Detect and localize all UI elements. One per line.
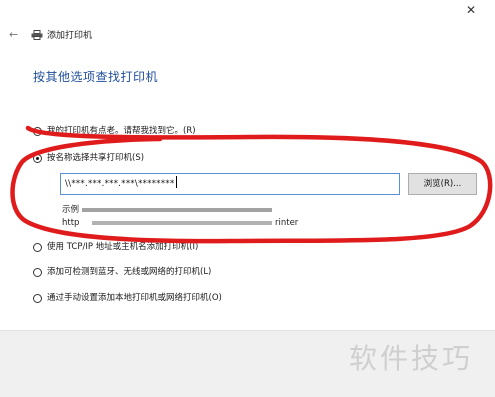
back-arrow-icon[interactable]: ← — [9, 29, 19, 40]
option-label: 通过手动设置添加本地打印机或网络打印机(O) — [47, 293, 222, 303]
radio-old-printer[interactable] — [33, 127, 42, 136]
radio-shared-by-name[interactable] — [33, 154, 42, 163]
option-old-printer[interactable]: 我的打印机有点老。请帮我找到它。(R) — [33, 126, 196, 137]
watermark: 软件技巧 — [349, 342, 474, 375]
option-bluetooth-wireless[interactable]: 添加可检测到蓝牙、无线或网络的打印机(L) — [33, 267, 211, 278]
option-tcpip[interactable]: 使用 TCP/IP 地址或主机名添加打印机(I) — [33, 242, 198, 253]
example-label: 示例 — [62, 205, 80, 215]
option-label: 按名称选择共享打印机(S) — [47, 153, 145, 163]
example-suffix: rinter — [275, 218, 299, 228]
blurred-example-url — [92, 221, 272, 225]
option-label: 添加可检测到蓝牙、无线或网络的打印机(L) — [47, 267, 212, 277]
printer-path-value: \\***.***.***.***\******** — [65, 179, 175, 189]
blurred-example-text — [82, 208, 272, 212]
page-heading: 按其他选项查找打印机 — [33, 70, 159, 84]
radio-bluetooth-wireless[interactable] — [33, 268, 42, 277]
printer-path-input[interactable]: \\***.***.***.***\******** — [60, 173, 400, 195]
option-shared-by-name[interactable]: 按名称选择共享打印机(S) — [33, 153, 144, 164]
radio-manual-setup[interactable] — [33, 294, 42, 303]
text-caret — [175, 176, 177, 188]
browse-button[interactable]: 浏览(R)... — [408, 173, 477, 195]
option-label: 我的打印机有点老。请帮我找到它。(R) — [47, 126, 196, 136]
close-icon[interactable]: ✕ — [466, 4, 478, 16]
option-manual-setup[interactable]: 通过手动设置添加本地打印机或网络打印机(O) — [33, 293, 222, 304]
option-label: 使用 TCP/IP 地址或主机名添加打印机(I) — [47, 242, 199, 252]
window-title: 添加打印机 — [47, 31, 93, 41]
radio-tcpip[interactable] — [33, 243, 42, 252]
example-http: http — [62, 218, 80, 228]
printer-icon — [31, 30, 43, 40]
